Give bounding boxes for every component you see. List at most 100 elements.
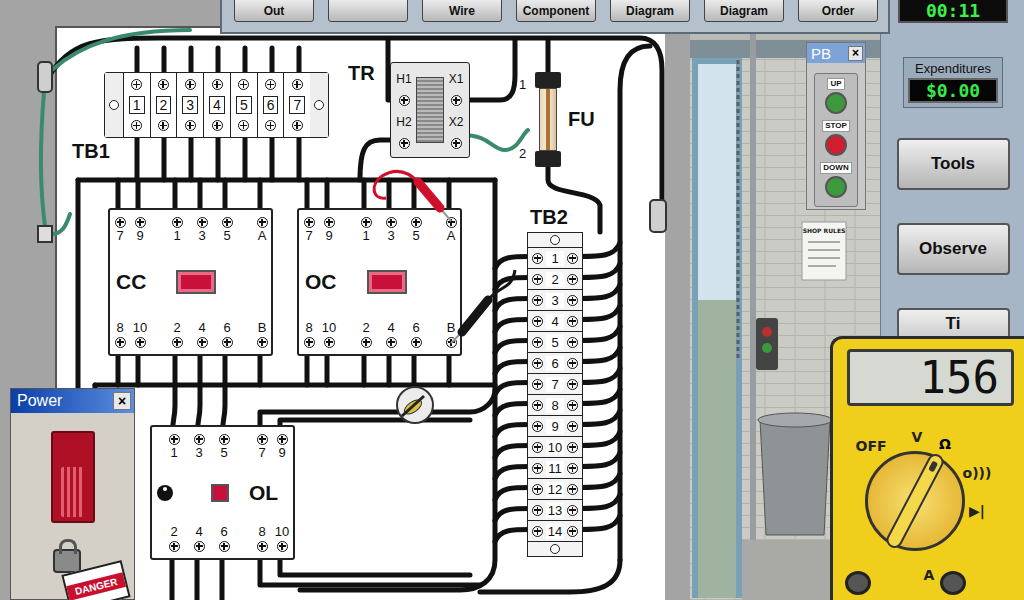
dial-setting[interactable]: A [924,567,935,583]
ground-wire[interactable] [462,130,528,150]
wire[interactable] [580,348,620,362]
toolbar-button[interactable] [328,0,408,22]
ground-wire[interactable] [52,30,190,70]
terminal[interactable]: 12 [528,478,582,499]
toolbar-button[interactable]: Order [798,0,878,22]
probe-jack-icon[interactable] [845,571,871,595]
overload-dial-icon[interactable] [157,485,173,501]
wire[interactable] [280,420,470,438]
terminal[interactable]: 2 [150,73,177,137]
terminal[interactable]: 3 [176,73,203,137]
wire[interactable] [495,425,530,437]
dial-setting[interactable]: ▶| [969,503,985,519]
dial-setting[interactable]: V [912,429,923,445]
wire[interactable] [580,285,620,299]
terminal[interactable]: 1 [123,73,150,137]
red-probe[interactable] [374,171,451,221]
wire[interactable] [580,453,620,467]
terminal[interactable]: 6 [528,352,582,373]
terminal[interactable]: 7 [283,73,310,137]
ground-wire[interactable] [41,92,45,226]
wire[interactable] [495,320,530,332]
terminal[interactable]: 10 [528,436,582,457]
terminal[interactable]: 8 [528,394,582,415]
black-probe[interactable] [451,270,515,343]
wire[interactable] [495,467,530,479]
terminal[interactable]: 3 [528,289,582,310]
close-button[interactable]: × [113,392,131,410]
padlock-icon[interactable] [53,549,81,573]
wire[interactable] [95,383,495,388]
pushbutton[interactable] [825,176,847,198]
wire[interactable] [495,341,530,353]
terminal[interactable]: 5 [230,73,257,137]
toolbar-button[interactable]: Diagram [610,0,690,22]
wire[interactable] [495,509,530,521]
wire[interactable] [495,257,530,269]
pushbutton-window[interactable]: PB×UPSTOPDOWN [806,42,866,210]
terminal[interactable]: 11 [528,457,582,478]
terminal[interactable]: 4 [528,310,582,331]
terminal[interactable]: 2 [528,268,582,289]
wire[interactable] [260,390,495,438]
side-button[interactable]: Tools [897,138,1010,190]
wire[interactable] [580,432,620,446]
contactor-indicator[interactable] [176,270,216,294]
toolbar-button[interactable]: Wire [422,0,502,22]
dial-setting[interactable]: o))) [963,465,992,481]
terminal[interactable]: 1 [528,247,582,268]
wire[interactable] [495,383,530,395]
terminal[interactable]: 6 [257,73,284,137]
contactor[interactable]: 79135AOC810246B [297,208,462,356]
toolbar-button[interactable]: Out [234,0,314,22]
ground-wire[interactable] [52,214,70,234]
transformer[interactable]: H1H2X1X2 [390,62,470,158]
wire[interactable] [580,474,620,488]
dial-setting[interactable]: OFF [855,438,886,454]
contactor[interactable]: 79135ACC810246B [108,208,273,356]
pushbutton[interactable] [825,92,847,114]
wire[interactable] [280,547,470,575]
pushbutton[interactable] [825,134,847,156]
terminal[interactable]: 5 [528,331,582,352]
toolbar-button[interactable]: Diagram [704,0,784,22]
terminal[interactable]: 9 [528,415,582,436]
terminal[interactable]: 14 [528,520,582,541]
wire[interactable] [580,369,620,383]
wire[interactable] [546,40,551,72]
screwdriver-icon[interactable] [397,387,433,423]
wire[interactable] [580,327,620,341]
wire[interactable] [580,411,620,425]
wire[interactable] [620,46,650,560]
close-button[interactable]: × [848,46,863,61]
wire[interactable] [580,243,620,257]
terminal-strip[interactable]: 1234567891011121314 [527,232,583,557]
wire[interactable] [495,299,530,311]
overload-relay[interactable]: 13579OL246810 [150,425,295,560]
wire[interactable] [580,264,620,278]
terminal[interactable]: 13 [528,499,582,520]
wire[interactable] [78,178,495,183]
wire[interactable] [495,362,530,374]
wire[interactable] [580,495,620,509]
power-window[interactable]: Power×DANGER [10,388,135,600]
probe-jack-icon[interactable] [940,571,966,595]
terminal[interactable]: 4 [203,73,230,137]
terminal[interactable]: 7 [528,373,582,394]
wire[interactable] [495,404,530,416]
multimeter[interactable]: 156OFFVΩo)))▶|A [830,336,1024,600]
wire[interactable] [580,516,620,530]
wire[interactable] [495,530,530,542]
toolbar-button[interactable]: Component [516,0,596,22]
side-button[interactable]: Observe [897,223,1010,275]
dial-setting[interactable]: Ω [939,436,951,452]
wire[interactable] [580,306,620,320]
wire[interactable] [580,390,620,404]
wire[interactable] [495,488,530,500]
fuse[interactable]: 12 [535,72,561,167]
wire[interactable] [495,446,530,458]
wire[interactable] [480,560,620,592]
contactor-indicator[interactable] [367,270,407,294]
terminal-block[interactable]: 1234567 [104,72,329,138]
disconnect-switch[interactable] [51,431,95,523]
